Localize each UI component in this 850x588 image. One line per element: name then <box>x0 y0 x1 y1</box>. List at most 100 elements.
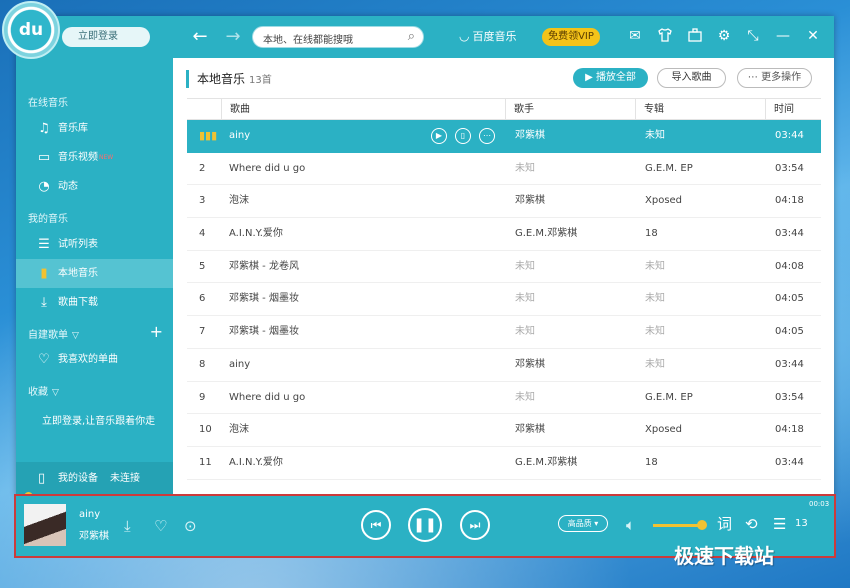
table-row[interactable]: 5 邓紫棋 - 龙卷风 未知 未知 04:08 <box>187 251 821 284</box>
minimize-icon[interactable]: — <box>774 27 792 45</box>
column-album[interactable]: 专辑 <box>635 99 765 120</box>
toolbox-icon[interactable] <box>686 27 704 45</box>
song-artist[interactable]: 未知 <box>515 316 535 348</box>
song-title: 邓紫棋 - 龙卷风 <box>229 260 299 272</box>
song-artist[interactable]: G.E.M.邓紫棋 <box>515 447 577 479</box>
song-title: 邓紫琪 - 烟墨妆 <box>229 326 299 338</box>
song-artist[interactable]: 未知 <box>515 382 535 414</box>
song-artist[interactable]: 邓紫棋 <box>515 120 545 152</box>
table-row[interactable]: 10 泡沫 邓紫棋 Xposed 04:18 <box>187 414 821 447</box>
song-album[interactable]: G.E.M. EP <box>645 382 693 414</box>
forward-arrow-icon[interactable]: → <box>222 26 244 48</box>
lyrics-button[interactable]: 词 <box>717 515 732 533</box>
now-playing-title[interactable]: ainy <box>79 509 100 520</box>
song-duration: 03:54 <box>775 391 804 403</box>
sidebar-item-feed[interactable]: ◔ 动态 <box>16 172 173 201</box>
volume-handle[interactable] <box>697 520 707 530</box>
table-row[interactable]: 2 Where did u go 未知 G.E.M. EP 03:54 <box>187 153 821 186</box>
sidebar-item-liked-songs[interactable]: ♡ 我喜欢的单曲 <box>16 345 173 374</box>
song-artist[interactable]: 未知 <box>515 251 535 283</box>
song-artist[interactable]: 邓紫棋 <box>515 414 545 446</box>
back-arrow-icon[interactable]: ← <box>189 26 211 48</box>
table-row[interactable]: 6 邓紫琪 - 烟墨妆 未知 未知 04:05 <box>187 283 821 317</box>
repeat-icon[interactable]: ⟲ <box>745 515 758 533</box>
search-icon[interactable]: ⌕ <box>408 29 415 44</box>
song-artist[interactable]: 邓紫棋 <box>515 185 545 217</box>
song-album[interactable]: G.E.M. EP <box>645 153 693 185</box>
column-artist[interactable]: 歌手 <box>505 99 635 120</box>
song-album[interactable]: 18 <box>645 218 658 250</box>
song-artist[interactable]: 未知 <box>515 153 535 185</box>
table-row[interactable]: 4 A.I.N.Y.爱你 G.E.M.邓紫棋 18 03:44 <box>187 218 821 251</box>
song-album[interactable]: 未知 <box>645 283 665 315</box>
album-art[interactable] <box>24 504 66 546</box>
row-index: 5 <box>199 260 206 272</box>
song-album[interactable]: 未知 <box>645 120 665 152</box>
more-icon[interactable]: ⊙ <box>184 517 197 535</box>
download-icon: ⤓ <box>41 295 47 310</box>
heart-icon[interactable]: ♡ <box>154 517 167 535</box>
playing-equalizer-icon: ▮▮▮ <box>199 129 218 142</box>
table-row[interactable]: 11 A.I.N.Y.爱你 G.E.M.邓紫棋 18 03:44 <box>187 447 821 480</box>
login-prompt-link[interactable]: 立即登录,让音乐跟着你走 <box>42 412 155 427</box>
song-duration: 03:44 <box>775 130 804 141</box>
row-index: 3 <box>199 195 206 207</box>
playlist-icon[interactable]: ☰ <box>773 515 786 533</box>
song-duration: 04:05 <box>775 293 804 305</box>
search-box[interactable]: 本地、在线都能搜哦 ⌕ <box>252 26 424 48</box>
song-album[interactable]: 未知 <box>645 349 665 381</box>
previous-button[interactable]: ⏮ <box>361 510 391 540</box>
song-album[interactable]: Xposed <box>645 414 682 446</box>
song-album[interactable]: 18 <box>645 447 658 479</box>
column-time[interactable]: 时间 <box>765 99 821 120</box>
download-icon[interactable]: ⤓ <box>124 517 131 535</box>
song-album[interactable]: 未知 <box>645 316 665 348</box>
row-send-to-device-icon[interactable]: ▯ <box>455 128 471 144</box>
row-more-icon[interactable]: ⋯ <box>479 128 495 144</box>
sidebar-head-playlists[interactable]: 自建歌单 ▽ <box>28 326 79 341</box>
sidebar-item-local-music[interactable]: ▮ 本地音乐 <box>16 259 173 288</box>
column-title[interactable]: 歌曲 <box>221 99 505 120</box>
row-index: 4 <box>199 228 206 240</box>
my-device-bar[interactable]: ▯ 我的设备 未连接 <box>16 462 173 496</box>
sidebar-item-downloads[interactable]: ⤓ 歌曲下载 <box>16 288 173 317</box>
table-row[interactable]: ▮▮▮ ainy 邓紫棋 未知 03:44 ▶ ▯ ⋯ <box>187 120 821 153</box>
search-input[interactable]: 本地、在线都能搜哦 <box>263 31 353 46</box>
sidebar-item-music-video[interactable]: ▭ 音乐视频NEW <box>16 143 173 172</box>
skin-icon[interactable] <box>656 27 674 45</box>
add-playlist-icon[interactable]: + <box>150 322 163 341</box>
settings-icon[interactable]: ⚙ <box>715 27 733 45</box>
volume-icon[interactable]: 🔈︎ <box>626 516 635 534</box>
sidebar-head-favorites[interactable]: 收藏 ▽ <box>28 383 59 398</box>
table-row[interactable]: 7 邓紫琪 - 烟墨妆 未知 未知 04:05 <box>187 316 821 349</box>
close-icon[interactable]: ✕ <box>804 27 822 45</box>
volume-slider[interactable] <box>653 524 701 527</box>
chevron-down-icon: ▽ <box>52 388 59 398</box>
table-row[interactable]: 9 Where did u go 未知 G.E.M. EP 03:54 <box>187 382 821 415</box>
next-button[interactable]: ⏭ <box>460 510 490 540</box>
table-body: ▮▮▮ ainy 邓紫棋 未知 03:44 ▶ ▯ ⋯ 2 Where did u go 未知 G.E… <box>187 120 821 480</box>
song-artist[interactable]: G.E.M.邓紫棋 <box>515 218 577 250</box>
table-row[interactable]: 3 泡沫 邓紫棋 Xposed 04:18 <box>187 185 821 219</box>
table-row[interactable]: 8 ainy 邓紫棋 未知 03:44 <box>187 349 821 382</box>
sidebar-item-listen-list[interactable]: ☰ 试听列表 <box>16 230 173 259</box>
pause-button[interactable]: ❚❚ <box>408 508 442 542</box>
song-artist[interactable]: 邓紫棋 <box>515 349 545 381</box>
vip-button[interactable]: 免费领VIP <box>542 28 600 46</box>
mail-icon[interactable]: ✉ <box>626 27 644 45</box>
quality-selector[interactable]: 高品质 ▾ <box>558 515 608 532</box>
import-songs-button[interactable]: 导入歌曲 <box>657 68 726 88</box>
song-album[interactable]: Xposed <box>645 185 682 217</box>
now-playing-artist[interactable]: 邓紫棋 <box>79 527 109 542</box>
more-actions-button[interactable]: ⋯ 更多操作 <box>737 68 812 88</box>
play-all-button[interactable]: ▶ 播放全部 <box>573 68 648 88</box>
song-artist[interactable]: 未知 <box>515 283 535 315</box>
minimize-mode-icon[interactable]: ⤡ <box>744 27 762 45</box>
sidebar-item-music-library[interactable]: ♫ 音乐库 <box>16 114 173 143</box>
row-actions: ▶ ▯ ⋯ <box>431 128 495 144</box>
song-album[interactable]: 未知 <box>645 251 665 283</box>
login-button[interactable]: 立即登录 <box>62 27 150 47</box>
app-logo[interactable]: du <box>2 1 60 59</box>
song-table: 歌曲 歌手 专辑 时间 ▮▮▮ ainy 邓紫棋 未知 03:44 ▶ ▯ ⋯ 2 Where d… <box>187 98 821 480</box>
row-play-icon[interactable]: ▶ <box>431 128 447 144</box>
